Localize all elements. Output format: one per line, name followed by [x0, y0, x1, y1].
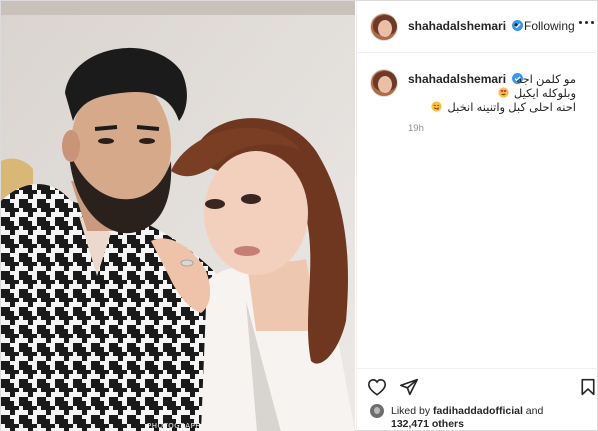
post-header: shahadalshemari • Following	[357, 1, 598, 53]
bookmark-icon[interactable]	[580, 378, 596, 396]
caption-avatar[interactable]	[370, 69, 398, 97]
yum-emoji-icon	[431, 101, 442, 112]
caption-line-3-text: احنه احلى كبل واتنينه انخبل	[447, 102, 576, 114]
share-icon[interactable]	[399, 378, 419, 396]
likes-count-line: 132,471 others	[391, 418, 464, 430]
caption-username[interactable]: shahadalshemari	[408, 72, 506, 86]
caption-username-row: shahadalshemari	[408, 72, 524, 86]
instagram-post: PHOTOGRAPHY shahadalshemari • Following	[0, 0, 598, 431]
likes-line-1: Liked by fadihaddadofficial and	[391, 405, 543, 417]
author-avatar[interactable]	[370, 13, 398, 41]
post-photo[interactable]: PHOTOGRAPHY	[1, 1, 355, 431]
heart-eyes-emoji-icon	[498, 87, 509, 98]
likes-count[interactable]: 132,471 others	[391, 418, 464, 430]
likes-prefix: Liked by	[391, 405, 431, 417]
liker-avatar[interactable]	[370, 404, 384, 418]
caption-line-2: وبلوكله ايكيل	[498, 86, 576, 100]
post-timestamp[interactable]: 19h	[408, 123, 424, 134]
author-username[interactable]: shahadalshemari	[408, 19, 506, 33]
post-side-panel: shahadalshemari • Following shahadalshem…	[356, 1, 598, 431]
liker-username[interactable]: fadihaddadofficial	[433, 405, 523, 417]
heart-icon[interactable]	[367, 378, 387, 396]
likes-and: and	[525, 405, 544, 417]
header-separator: •	[514, 18, 519, 32]
more-options-icon[interactable]	[579, 21, 595, 27]
photo-watermark: PHOTOGRAPHY	[147, 422, 206, 430]
author-username-row: shahadalshemari	[408, 19, 524, 33]
following-button[interactable]: Following	[524, 19, 575, 33]
caption-line-1: مو كلمن اجه	[516, 74, 576, 86]
caption-line-3: احنه احلى كبل واتنينه انخبل	[431, 100, 576, 114]
couple-photo	[1, 1, 355, 431]
caption-line-2-text: وبلوكله ايكيل	[513, 88, 576, 100]
post-actions-bar	[357, 368, 598, 398]
